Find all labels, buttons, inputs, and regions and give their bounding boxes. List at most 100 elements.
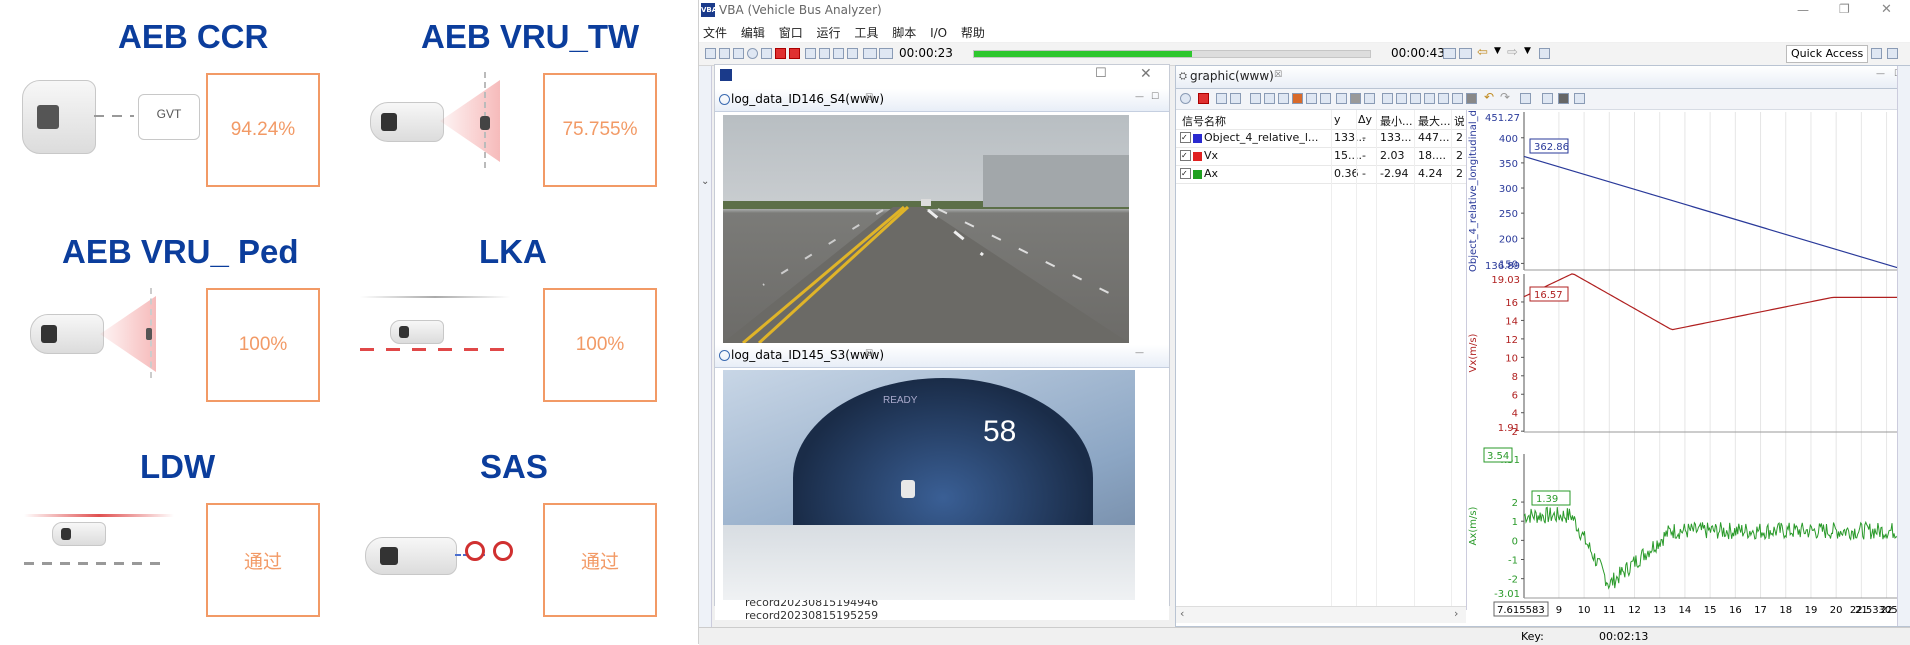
back-dropdown-icon[interactable]: ▼ — [1494, 46, 1501, 56]
quick-access-input[interactable]: Quick Access — [1786, 45, 1869, 63]
en-icon[interactable] — [1459, 48, 1472, 59]
video-window: ☐ ✕ log_data_ID146_S4(www) ☒ — ☐ log_dat… — [714, 64, 1170, 620]
chevron-down-icon[interactable]: ⌄ — [701, 176, 709, 187]
perspective2-icon[interactable] — [1887, 48, 1898, 59]
step-icon[interactable] — [761, 48, 772, 59]
forward-dropdown-icon[interactable]: ▼ — [1524, 46, 1531, 56]
menu-tools[interactable]: 工具 — [854, 26, 878, 40]
tool-icon[interactable] — [1292, 93, 1303, 104]
settings-icon[interactable] — [1180, 93, 1191, 104]
view2-icon[interactable] — [819, 48, 830, 59]
view4-icon[interactable] — [847, 48, 858, 59]
tool-icon[interactable] — [1350, 93, 1361, 104]
close-icon[interactable]: ✕ — [1140, 66, 1152, 82]
menu-run[interactable]: 运行 — [817, 26, 841, 40]
scroll-right-icon[interactable]: › — [1454, 607, 1458, 620]
graphic-tab[interactable]: ⛭ graphic(www) ☒ — ☐ — [1176, 66, 1910, 89]
tool-icon[interactable] — [1364, 93, 1375, 104]
undo-icon[interactable]: ↶ — [1484, 90, 1494, 104]
redo-icon[interactable]: ↷ — [1500, 90, 1510, 104]
save-icon[interactable] — [733, 48, 744, 59]
video-panel-2-tab[interactable]: log_data_ID145_S3(www) ☒ — — [715, 345, 1169, 368]
signal-dy: - — [1362, 167, 1366, 180]
open-icon[interactable] — [719, 48, 730, 59]
link-icon[interactable] — [1539, 48, 1550, 59]
video-panel-1-tab[interactable]: log_data_ID146_S4(www) ☒ — ☐ — [715, 89, 1169, 112]
minimize-icon[interactable]: — — [1876, 69, 1885, 79]
signal-row[interactable]: ✓ Vx 15.... - 2.03 18.... 2 — [1176, 148, 1466, 166]
zoom-y-icon[interactable] — [1410, 93, 1421, 104]
menu-io[interactable]: I/O — [930, 26, 947, 40]
front-camera-video — [723, 115, 1129, 343]
export-icon[interactable] — [1520, 93, 1531, 104]
maximize-icon[interactable]: ☐ — [1095, 66, 1107, 81]
tool-icon[interactable] — [1264, 93, 1275, 104]
pan-icon[interactable] — [1452, 93, 1463, 104]
signal-table-header: 信号名称 y Δy 最小... 最大... 说 — [1176, 112, 1466, 130]
maximize-icon[interactable]: ☐ — [1151, 92, 1159, 102]
tree-item[interactable]: record20230815194946 — [745, 600, 878, 609]
maximize-icon[interactable]: ❐ — [1839, 2, 1850, 16]
zoom-out-icon[interactable] — [1438, 93, 1449, 104]
y-axis-label: Object_4_relative_longitudinal_d — [1468, 110, 1479, 272]
cabin-camera-video: READY 58 — [723, 370, 1135, 602]
app-logo-icon: VBA — [701, 3, 717, 17]
tool-icon[interactable] — [1574, 93, 1585, 104]
stop-icon[interactable] — [789, 48, 800, 59]
zoom-fit-icon[interactable] — [1382, 93, 1393, 104]
tool-icon[interactable] — [1250, 93, 1261, 104]
minimize-icon[interactable]: — — [1135, 348, 1144, 358]
close-tab-icon[interactable]: ☒ — [865, 349, 873, 359]
scroll-left-icon[interactable]: ‹ — [1180, 607, 1184, 620]
checkbox[interactable]: ✓ — [1180, 150, 1191, 161]
cursor-value-distance: 362.86 — [1534, 142, 1569, 153]
pause-icon[interactable] — [1198, 93, 1209, 104]
tool-icon[interactable] — [1278, 93, 1289, 104]
close-icon[interactable]: ✕ — [1881, 2, 1892, 17]
folder-icon[interactable] — [1216, 93, 1227, 104]
menu-window[interactable]: 窗口 — [779, 26, 803, 40]
forward-arrow-icon[interactable]: ⇨ — [1507, 45, 1518, 60]
back-arrow-icon[interactable]: ⇦ — [1477, 45, 1488, 60]
chart-canvas[interactable]: 451.27136.89400350300250200150Object_4_r… — [1468, 110, 1910, 626]
tool-icon[interactable] — [1320, 93, 1331, 104]
save-image-icon[interactable] — [1466, 93, 1477, 104]
dec-icon[interactable] — [863, 48, 877, 59]
folder-open-icon[interactable] — [1230, 93, 1241, 104]
menu-help[interactable]: 帮助 — [961, 26, 985, 40]
signal-table-scrollbar[interactable]: ‹ › — [1176, 606, 1466, 623]
tool-icon[interactable] — [1542, 93, 1553, 104]
zoom-x-icon[interactable] — [1396, 93, 1407, 104]
signal-row[interactable]: ✓ Ax 0.36 - -2.94 4.24 2 — [1176, 166, 1466, 184]
tree-item[interactable]: record20230815195259 — [745, 609, 878, 620]
checkbox[interactable]: ✓ — [1180, 168, 1191, 179]
zoom-in-icon[interactable] — [1424, 93, 1435, 104]
feature-title-aeb-ccr: AEB CCR — [118, 18, 269, 55]
view1-icon[interactable] — [805, 48, 816, 59]
hex-icon[interactable] — [879, 48, 893, 59]
menu-file[interactable]: 文件 — [703, 26, 727, 40]
y-tick-label: 0 — [1512, 536, 1518, 547]
menu-script[interactable]: 脚本 — [892, 26, 916, 40]
checkbox[interactable]: ✓ — [1180, 132, 1191, 143]
perspective-icon[interactable] — [1871, 48, 1882, 59]
tool-icon[interactable] — [1306, 93, 1317, 104]
close-tab-icon[interactable]: ☒ — [1274, 70, 1282, 80]
ch-icon[interactable] — [1443, 48, 1456, 59]
minimize-icon[interactable]: — — [1135, 92, 1144, 102]
tool-icon[interactable] — [1558, 93, 1569, 104]
feature-title-aeb-vru-ped: AEB VRU_ Ped — [62, 233, 299, 270]
sas-illustration — [365, 535, 515, 577]
signal-row[interactable]: ✓ Object_4_relative_l... 133... - 133...… — [1176, 130, 1466, 148]
signal-chart[interactable]: 451.27 136.89 400 350 300 250 200 150 Object_4_r… — [1468, 110, 1910, 626]
menu-edit[interactable]: 编辑 — [741, 26, 765, 40]
playback-progress-bar[interactable] — [973, 50, 1371, 58]
close-tab-icon[interactable]: ☒ — [865, 93, 873, 103]
tool-icon[interactable] — [1336, 93, 1347, 104]
y-tick-label: 8 — [1512, 372, 1518, 383]
pause-icon[interactable] — [775, 48, 786, 59]
view3-icon[interactable] — [833, 48, 844, 59]
record-icon[interactable] — [747, 48, 758, 59]
minimize-icon[interactable]: — — [1797, 3, 1809, 17]
new-icon[interactable] — [705, 48, 716, 59]
